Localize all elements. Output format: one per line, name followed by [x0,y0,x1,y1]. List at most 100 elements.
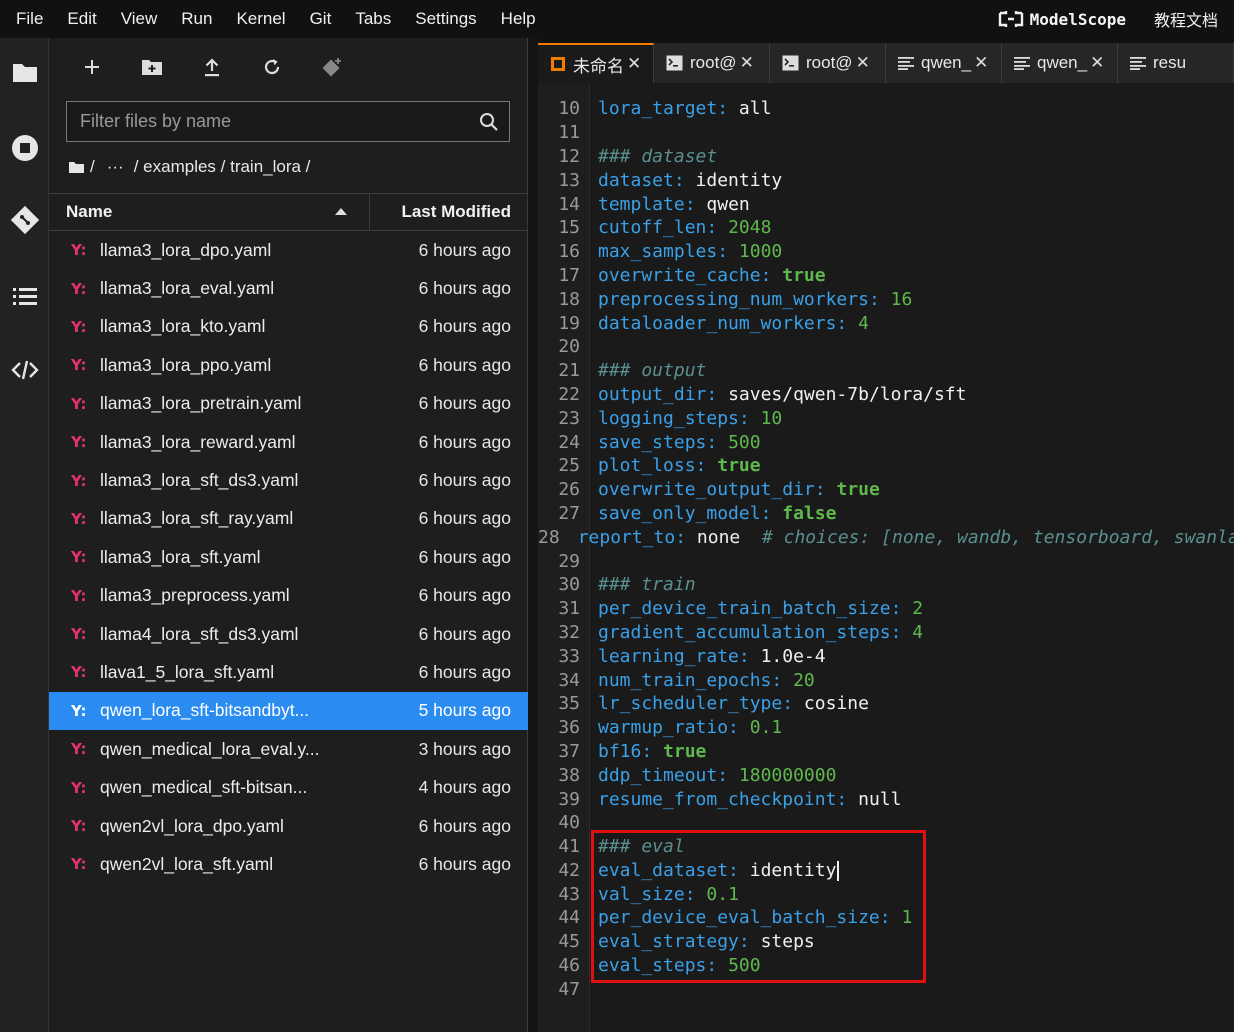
yaml-editor[interactable]: 10 lora_target: all 11 12 ### dataset 13 datas… [538,83,1234,1032]
line-text: overwrite_output_dir: true [598,479,880,500]
menu-help[interactable]: Help [489,0,548,38]
new-folder-button[interactable] [137,52,167,82]
modelscope-logo[interactable]: ModelScope [998,9,1126,29]
yaml-value: true [782,264,826,286]
line-number: 15 [558,217,580,239]
file-row[interactable]: Y: qwen_medical_sft-bitsan... 4 hours ago [49,768,528,806]
menu-settings[interactable]: Settings [403,0,488,38]
git-icon [10,205,39,235]
line-number: 12 [558,145,580,167]
line-text: dataset: identity [598,170,782,191]
yaml-file-icon: Y: [71,509,87,528]
line-number: 17 [558,264,580,286]
name-column-header[interactable]: Name [49,194,370,230]
last-modified-column-header[interactable]: Last Modified [370,194,528,230]
code-line: 46 eval_steps: 500 [538,954,1234,978]
stop-circle-icon [11,135,38,161]
yaml-key: report_to [577,526,676,548]
close-icon[interactable]: ✕ [856,53,870,73]
menu-git[interactable]: Git [298,0,344,38]
file-modified: 6 hours ago [418,470,511,491]
close-icon[interactable]: ✕ [627,54,641,74]
code-line: 44 per_device_eval_batch_size: 1 [538,906,1234,930]
line-number: 45 [558,931,580,953]
tab-label: resu [1153,53,1187,72]
close-icon[interactable]: ✕ [740,53,754,73]
yaml-value: 1 [901,907,913,929]
file-row[interactable]: Y: llama3_lora_sft.yaml 6 hours ago [49,538,528,576]
yaml-value: 1000 [738,241,783,263]
editor-tab[interactable]: root@ ✕ [654,43,770,83]
menu-kernel[interactable]: Kernel [224,0,297,38]
menu-run[interactable]: Run [169,0,224,38]
code-line: 13 dataset: identity [538,168,1234,192]
line-text: logging_steps: 10 [598,408,782,429]
close-icon[interactable]: ✕ [974,53,988,73]
line-number: 20 [558,336,580,358]
line-text: eval_strategy: steps [598,931,815,952]
close-icon[interactable]: ✕ [1090,53,1104,73]
panel-splitter[interactable] [528,38,538,1032]
yaml-file-icon: Y: [71,855,87,874]
code-line: 15 cutoff_len: 2048 [538,216,1234,240]
yaml-colon: : [868,288,891,310]
file-row[interactable]: Y: qwen2vl_lora_sft.yaml 6 hours ago [49,845,528,883]
line-text: per_device_train_batch_size: 2 [598,598,923,619]
file-row[interactable]: Y: llava1_5_lora_sft.yaml 6 hours ago [49,653,528,691]
editor-tab[interactable]: 未命名 ✕ [538,43,654,83]
code-content[interactable]: 10 lora_target: all 11 12 ### dataset 13 datas… [538,97,1234,1001]
editor-tab[interactable]: qwen_ ✕ [1002,43,1118,83]
menu-view[interactable]: View [109,0,170,38]
upload-button[interactable] [197,52,227,82]
yaml-colon: : [684,193,707,215]
file-row[interactable]: Y: llama3_lora_pretrain.yaml 6 hours ago [49,385,528,423]
yaml-file-icon: Y: [71,625,87,644]
list-icon [12,288,37,305]
file-filter-input[interactable] [67,102,509,141]
menu-edit[interactable]: Edit [55,0,108,38]
file-row[interactable]: Y: llama4_lora_sft_ds3.yaml 6 hours ago [49,615,528,653]
yaml-value: 2 [912,598,924,620]
file-row[interactable]: Y: llama3_lora_sft_ds3.yaml 6 hours ago [49,461,528,499]
file-row[interactable]: Y: qwen_lora_sft-bitsandbyt... 5 hours ago [49,691,528,731]
breadcrumb-root[interactable]: / [90,157,95,177]
file-row[interactable]: Y: llama3_lora_kto.yaml 6 hours ago [49,308,528,346]
file-modified: 6 hours ago [418,393,511,414]
file-row[interactable]: Y: llama3_lora_reward.yaml 6 hours ago [49,423,528,461]
yaml-colon: : [738,407,761,429]
file-row[interactable]: Y: llama3_lora_dpo.yaml 6 hours ago [49,231,528,269]
new-launcher-button[interactable] [77,52,107,82]
file-row[interactable]: Y: llama3_lora_ppo.yaml 6 hours ago [49,346,528,384]
table-of-contents-tab[interactable] [0,276,49,316]
file-row[interactable]: Y: llama3_lora_eval.yaml 6 hours ago [49,269,528,307]
running-terminals-tab[interactable] [0,128,49,168]
file-row[interactable]: Y: llama3_lora_sft_ray.yaml 6 hours ago [49,500,528,538]
refresh-button[interactable] [257,52,287,82]
yaml-colon: : [673,169,696,191]
file-modified: 6 hours ago [418,354,511,375]
menu-file[interactable]: File [0,0,55,38]
line-text: report_to: none # choices: [none, wandb,… [578,527,1234,548]
file-browser-tab[interactable] [0,52,49,92]
file-row[interactable]: Y: qwen_medical_lora_eval.y... 3 hours ago [49,730,528,768]
yaml-value: 1.0e-4 [760,645,826,667]
terminal-icon [666,55,683,71]
yaml-key: per_device_eval_batch_size [598,907,880,929]
file-filter-box [66,101,510,142]
git-clone-button[interactable] [317,52,347,82]
line-text: lr_scheduler_type: cosine [598,693,869,714]
editor-tab[interactable]: root@ ✕ [770,43,886,83]
git-tab[interactable] [0,200,49,240]
breadcrumb-path[interactable]: / examples / train_lora / [134,157,311,177]
editor-tab[interactable]: qwen_ ✕ [886,43,1002,83]
menu-tabs[interactable]: Tabs [343,0,403,38]
folder-icon[interactable] [69,161,84,173]
yaml-value: 0.1 [749,717,783,739]
editor-tab[interactable]: resu [1118,43,1234,83]
file-row[interactable]: Y: qwen2vl_lora_dpo.yaml 6 hours ago [49,807,528,845]
breadcrumb-ellipsis[interactable]: ··· [107,157,124,177]
file-row[interactable]: Y: llama3_preprocess.yaml 6 hours ago [49,577,528,615]
yaml-key: bf16 [598,740,642,762]
tutorial-docs-link[interactable]: 教程文档 [1154,7,1218,31]
extensions-tab[interactable] [0,350,49,390]
